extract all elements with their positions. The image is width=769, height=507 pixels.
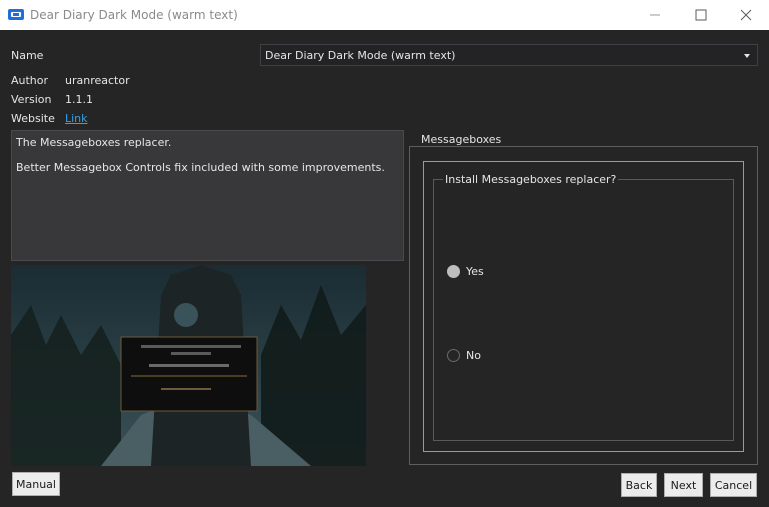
author-label: Author — [11, 74, 49, 87]
radio-no-indicator — [447, 349, 460, 362]
next-button[interactable]: Next — [664, 473, 703, 497]
name-combobox[interactable]: Dear Diary Dark Mode (warm text) — [260, 44, 758, 66]
minimize-icon — [650, 14, 660, 16]
close-button[interactable] — [723, 0, 769, 30]
radio-no-label: No — [466, 349, 481, 362]
author-value: uranreactor — [65, 74, 130, 87]
close-icon — [740, 9, 752, 21]
cancel-button[interactable]: Cancel — [710, 473, 757, 497]
title-bar: Dear Diary Dark Mode (warm text) — [0, 0, 769, 30]
radio-no[interactable]: No — [447, 349, 481, 362]
maximize-icon — [695, 9, 707, 21]
back-button[interactable]: Back — [621, 473, 657, 497]
radio-yes-label: Yes — [466, 265, 484, 278]
question-group — [433, 179, 734, 441]
window-title: Dear Diary Dark Mode (warm text) — [30, 8, 238, 22]
minimize-button[interactable] — [632, 0, 678, 30]
name-label: Name — [11, 49, 44, 62]
description-box[interactable]: The Messageboxes replacer. Better Messag… — [11, 130, 404, 261]
description-line-1: The Messageboxes replacer. — [16, 136, 172, 149]
name-combobox-value: Dear Diary Dark Mode (warm text) — [265, 49, 456, 62]
step-group-title: Messageboxes — [419, 133, 504, 146]
version-label: Version — [11, 93, 52, 106]
maximize-button[interactable] — [678, 0, 724, 30]
website-link[interactable]: Link — [65, 112, 88, 125]
radio-yes-indicator — [447, 265, 460, 278]
preview-picture — [11, 265, 366, 466]
question-title: Install Messageboxes replacer? — [443, 173, 619, 186]
chevron-down-icon — [744, 54, 750, 58]
preview-image — [11, 265, 366, 466]
radio-yes[interactable]: Yes — [447, 265, 484, 278]
manual-button[interactable]: Manual — [12, 472, 60, 496]
version-value: 1.1.1 — [65, 93, 93, 106]
website-label: Website — [11, 112, 55, 125]
description-line-2: Better Messagebox Controls fix included … — [16, 161, 385, 174]
app-icon — [8, 9, 24, 20]
